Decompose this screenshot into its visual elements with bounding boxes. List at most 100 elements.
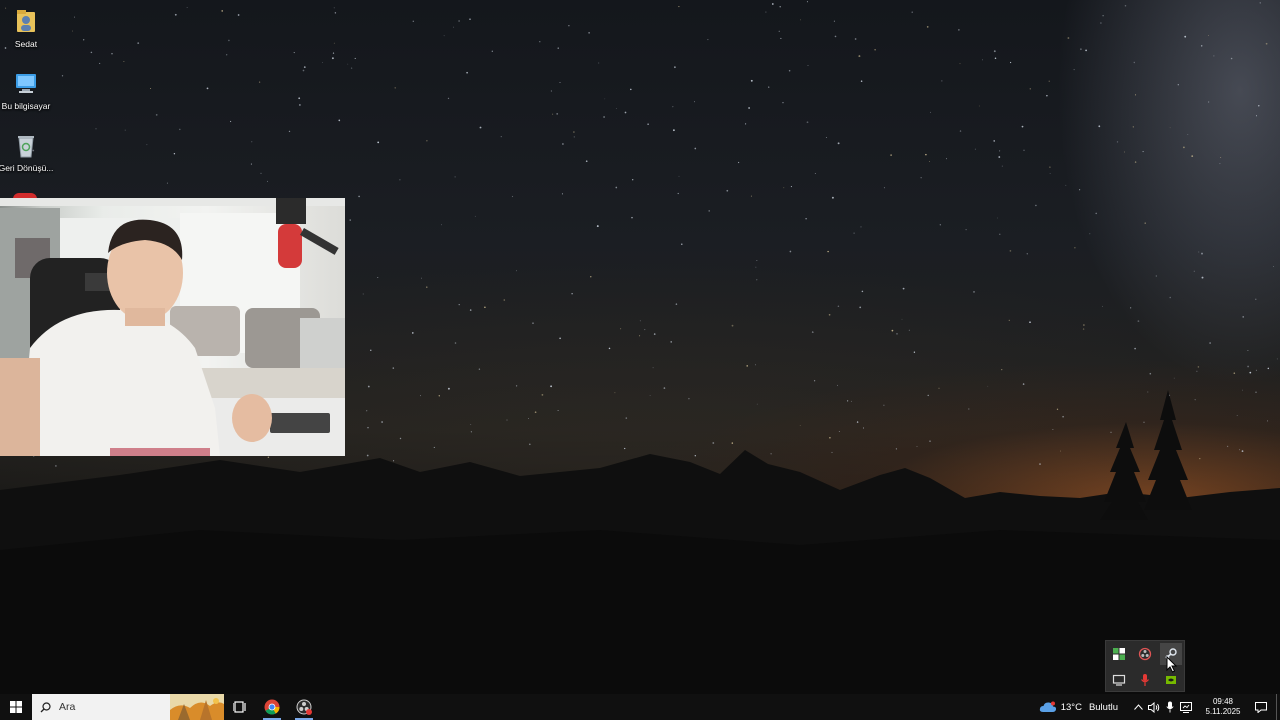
- star: [999, 233, 1001, 235]
- star: [631, 216, 633, 219]
- taskbar-search-box[interactable]: Ara: [32, 694, 224, 720]
- cloudy-weather-icon: [1039, 701, 1056, 712]
- star: [756, 260, 758, 261]
- star: [859, 306, 862, 309]
- star: [206, 87, 209, 90]
- weather-description[interactable]: Bulutlu: [1089, 702, 1118, 713]
- star: [511, 195, 514, 198]
- star: [653, 333, 656, 335]
- microphone-button[interactable]: [1162, 694, 1178, 720]
- desktop-icon-user[interactable]: Sedat: [0, 6, 52, 49]
- star: [585, 160, 588, 163]
- tray-item-obs[interactable]: [1134, 643, 1156, 665]
- star: [1102, 305, 1104, 307]
- desktop-icon-recycle-bin[interactable]: Geri Dönüşü...: [0, 130, 53, 173]
- star: [83, 39, 85, 41]
- notification-icon: [1255, 701, 1267, 713]
- star: [854, 38, 857, 40]
- star: [1209, 342, 1211, 344]
- star: [392, 367, 395, 369]
- star: [853, 232, 855, 234]
- star: [1201, 252, 1203, 255]
- star: [1255, 369, 1257, 371]
- star: [805, 218, 807, 220]
- tray-item-xbox[interactable]: [1108, 643, 1130, 665]
- star: [1029, 321, 1031, 324]
- star: [837, 142, 840, 145]
- star: [780, 37, 782, 39]
- star: [559, 81, 561, 83]
- star: [347, 63, 349, 65]
- star: [783, 187, 785, 189]
- star: [137, 42, 140, 44]
- network-button[interactable]: [1178, 694, 1194, 720]
- star: [230, 120, 232, 123]
- notification-center-button[interactable]: [1246, 694, 1276, 720]
- weather-widget[interactable]: [1038, 694, 1058, 720]
- star: [334, 12, 337, 14]
- star: [790, 186, 792, 188]
- star: [1133, 61, 1136, 64]
- star: [354, 57, 356, 59]
- taskbar-app-chrome[interactable]: [256, 694, 288, 720]
- star: [1219, 163, 1221, 165]
- weather-temperature[interactable]: 13°C: [1061, 702, 1082, 713]
- star: [731, 324, 734, 327]
- star: [1208, 35, 1209, 36]
- star: [1046, 95, 1048, 97]
- star: [925, 153, 927, 156]
- star: [1191, 155, 1194, 157]
- desktop-icon-this-pc[interactable]: Bu bilgisayar: [0, 68, 52, 111]
- star: [603, 116, 605, 118]
- star: [441, 224, 442, 226]
- star: [920, 177, 922, 179]
- star: [837, 305, 840, 307]
- show-desktop-button[interactable]: [1276, 694, 1280, 720]
- star: [550, 90, 552, 92]
- star: [624, 111, 627, 114]
- star: [1095, 212, 1097, 215]
- star: [806, 121, 809, 124]
- taskbar-app-obs[interactable]: [288, 694, 320, 720]
- nvidia-icon: [1166, 676, 1176, 684]
- star: [358, 195, 360, 198]
- star: [443, 35, 445, 37]
- star: [748, 107, 750, 109]
- star: [959, 63, 961, 65]
- tray-item-microphone[interactable]: [1134, 669, 1156, 691]
- star: [998, 156, 1001, 158]
- show-hidden-icons-button[interactable]: [1130, 694, 1146, 720]
- tray-item-display[interactable]: [1108, 669, 1130, 691]
- star: [568, 25, 570, 27]
- star: [1035, 204, 1037, 207]
- star: [573, 136, 575, 138]
- star: [1183, 146, 1185, 149]
- star: [556, 113, 559, 115]
- star: [95, 128, 97, 130]
- speaker-icon: [1148, 701, 1160, 713]
- star: [557, 47, 559, 49]
- taskbar-clock[interactable]: 09:48 5.11.2025: [1200, 697, 1246, 717]
- task-view-button[interactable]: [224, 694, 256, 720]
- star: [322, 62, 323, 63]
- star: [349, 219, 351, 221]
- star: [588, 32, 590, 34]
- star: [1082, 328, 1085, 330]
- star: [1276, 358, 1278, 360]
- star: [221, 10, 223, 12]
- star: [630, 88, 632, 91]
- star: [173, 153, 176, 155]
- star: [674, 66, 676, 69]
- star: [1184, 35, 1187, 38]
- star: [469, 309, 472, 311]
- star: [1197, 366, 1200, 368]
- star: [478, 368, 481, 370]
- star: [1001, 368, 1003, 371]
- volume-button[interactable]: [1146, 694, 1162, 720]
- star: [994, 57, 997, 59]
- star: [1233, 372, 1236, 374]
- star: [1273, 266, 1274, 267]
- star: [708, 210, 710, 212]
- star: [333, 7, 335, 9]
- start-button[interactable]: [0, 694, 32, 720]
